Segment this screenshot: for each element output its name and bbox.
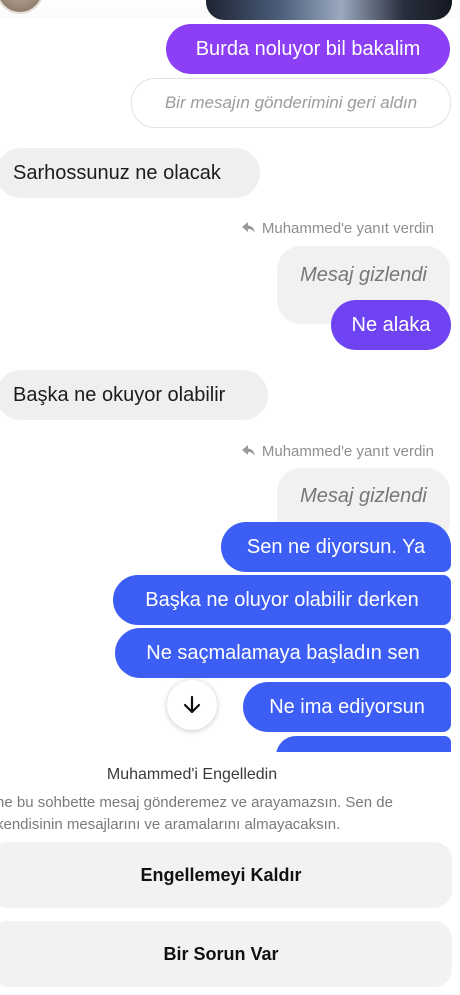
blocked-description-line: ne bu sohbette mesaj gönderemez ve araya… bbox=[0, 794, 393, 811]
arrow-down-icon bbox=[183, 695, 201, 714]
reply-indicator: Muhammed'e yanıt verdin bbox=[241, 218, 434, 238]
message-incoming[interactable]: Sarhossunuz ne olacak bbox=[0, 148, 260, 198]
hidden-text: Mesaj gizlendi bbox=[300, 264, 427, 286]
message-text: Sarhossunuz ne olacak bbox=[13, 162, 221, 184]
message-outgoing[interactable]: Başka ne oluyor olabilir derken bbox=[113, 575, 451, 625]
reply-arrow-icon bbox=[241, 445, 255, 456]
message-outgoing[interactable]: Burda noluyor bil bakalim bbox=[166, 24, 450, 74]
report-problem-button[interactable]: Bir Sorun Var bbox=[0, 921, 452, 987]
reply-text: Muhammed'e yanıt verdin bbox=[261, 219, 434, 237]
scroll-to-bottom-button[interactable] bbox=[167, 680, 217, 730]
blocked-description-line: kendisinin mesajlarını ve aramalarını al… bbox=[0, 816, 341, 833]
shared-media-message[interactable] bbox=[206, 0, 452, 20]
message-outgoing[interactable]: Sen ne diyorsun. Ya bbox=[221, 522, 451, 572]
message-text: Sen ne diyorsun. Ya bbox=[246, 536, 426, 558]
blocked-panel: Muhammed'i Engelledin ne bu sohbette mes… bbox=[0, 752, 460, 995]
message-text: Başka ne oluyor olabilir derken bbox=[145, 589, 419, 611]
reply-arrow-icon bbox=[241, 222, 255, 233]
reply-indicator: Muhammed'e yanıt verdin bbox=[241, 441, 434, 461]
message-text: Ne ima ediyorsun bbox=[269, 696, 425, 718]
message-outgoing[interactable]: Ne alaka bbox=[331, 300, 451, 350]
message-outgoing[interactable]: Ne ima ediyorsun bbox=[243, 682, 451, 732]
unblock-button[interactable]: Engellemeyi Kaldır bbox=[0, 842, 452, 908]
unsent-message-notice: Bir mesajın gönderimini geri aldın bbox=[131, 78, 451, 128]
blocked-title: Muhammed'i Engelledin bbox=[106, 766, 278, 783]
message-text: Ne alaka bbox=[351, 314, 431, 336]
chat-screen: Burda noluyor bil bakalim Bir mesajın gö… bbox=[0, 0, 460, 995]
message-text: Burda noluyor bil bakalim bbox=[195, 38, 421, 60]
message-text: Ne saçmalamaya başladın sen bbox=[146, 642, 420, 664]
unsent-text: Bir mesajın gönderimini geri aldın bbox=[164, 93, 418, 112]
message-incoming[interactable]: Başka ne okuyor olabilir bbox=[0, 370, 268, 420]
blocked-description: ne bu sohbette mesaj gönderemez ve araya… bbox=[0, 792, 446, 836]
message-outgoing[interactable]: Ne saçmalamaya başladın sen bbox=[115, 628, 451, 678]
hidden-text: Mesaj gizlendi bbox=[300, 485, 427, 507]
message-text: Başka ne okuyor olabilir bbox=[13, 384, 226, 406]
reply-text: Muhammed'e yanıt verdin bbox=[261, 442, 434, 460]
